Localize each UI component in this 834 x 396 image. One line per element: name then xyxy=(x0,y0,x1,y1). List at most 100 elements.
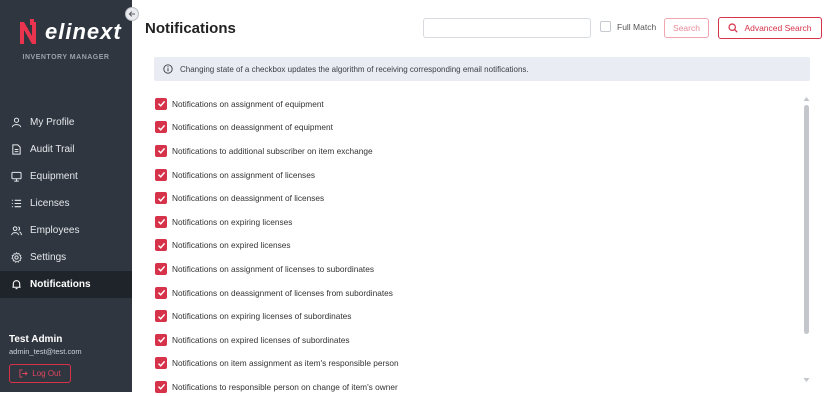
notification-row[interactable]: Notifications on assignment of licenses xyxy=(155,163,795,187)
user-email: admin_test@test.com xyxy=(9,347,82,356)
info-text: Changing state of a checkbox updates the… xyxy=(180,64,529,74)
notification-label: Notifications on expired licenses of sub… xyxy=(172,334,350,345)
notification-row[interactable]: Notifications on assignment of equipment xyxy=(155,92,795,116)
sidebar-item-label: Audit Trail xyxy=(30,144,75,155)
checkmark-icon xyxy=(157,266,165,273)
notification-checkbox[interactable] xyxy=(155,310,167,323)
logout-label: Log Out xyxy=(32,369,61,378)
checkmark-icon xyxy=(157,337,165,344)
notification-row[interactable]: Notifications on expired licenses xyxy=(155,234,795,258)
notification-label: Notifications to responsible person on c… xyxy=(172,381,398,392)
notification-label: Notifications on deassignment of equipme… xyxy=(172,122,333,133)
notification-label: Notifications on deassignment of license… xyxy=(172,287,393,298)
notification-row[interactable]: Notifications on expiring licenses of su… xyxy=(155,304,795,328)
notification-row[interactable]: Notifications on deassignment of equipme… xyxy=(155,116,795,140)
people-icon xyxy=(10,225,22,237)
search-icon xyxy=(728,23,739,33)
sidebar-item-label: Employees xyxy=(30,225,80,236)
notification-checkbox[interactable] xyxy=(155,121,167,134)
search-input[interactable] xyxy=(423,18,591,38)
notification-checkbox[interactable] xyxy=(155,168,167,181)
notification-label: Notifications on deassignment of license… xyxy=(172,193,325,204)
checkmark-icon xyxy=(157,124,165,131)
list-icon xyxy=(10,198,22,210)
notification-label: Notifications on expired licenses xyxy=(172,240,291,251)
full-match-label: Full Match xyxy=(617,21,657,32)
notification-row[interactable]: Notifications to additional subscriber o… xyxy=(155,139,795,163)
notification-checkbox[interactable] xyxy=(155,380,167,393)
monitor-icon xyxy=(10,171,22,183)
sidebar-item-equipment[interactable]: Equipment xyxy=(0,163,132,190)
sidebar-item-employees[interactable]: Employees xyxy=(0,217,132,244)
notification-checkbox[interactable] xyxy=(155,97,167,110)
notification-row[interactable]: Notifications on expired licenses of sub… xyxy=(155,328,795,352)
notification-checkbox[interactable] xyxy=(155,286,167,299)
sidebar-item-label: Licenses xyxy=(30,198,70,209)
sidebar-item-label: My Profile xyxy=(30,117,75,128)
logout-button[interactable]: Log Out xyxy=(9,364,71,383)
sidebar-item-settings[interactable]: Settings xyxy=(0,244,132,271)
notification-label: Notifications on assignment of equipment xyxy=(172,98,324,109)
advanced-search-button[interactable]: Advanced Search xyxy=(718,17,822,39)
info-icon xyxy=(163,64,173,74)
search-button[interactable]: Search xyxy=(664,18,709,38)
sidebar-item-notifications[interactable]: Notifications xyxy=(0,271,132,298)
logout-icon xyxy=(19,369,29,378)
notification-checkbox[interactable] xyxy=(155,215,167,228)
notification-row[interactable]: Notifications on expiring licenses xyxy=(155,210,795,234)
info-banner: Changing state of a checkbox updates the… xyxy=(154,57,810,81)
notification-label: Notifications on item assignment as item… xyxy=(172,358,399,369)
user-name: Test Admin xyxy=(9,334,63,345)
notification-row[interactable]: Notifications on item assignment as item… xyxy=(155,352,795,376)
advanced-search-label: Advanced Search xyxy=(744,23,812,33)
sidebar-item-label: Notifications xyxy=(30,279,91,290)
person-icon xyxy=(10,117,22,129)
notification-row[interactable]: Notifications on deassignment of license… xyxy=(155,281,795,305)
checkmark-icon xyxy=(157,195,165,202)
checkmark-icon xyxy=(157,219,165,226)
gear-icon xyxy=(10,252,22,264)
page-title: Notifications xyxy=(145,20,236,37)
checkmark-icon xyxy=(157,289,165,296)
sidebar: elinext INVENTORY MANAGER My Profile Aud… xyxy=(0,0,132,392)
notification-row[interactable]: Notifications on deassignment of license… xyxy=(155,186,795,210)
notification-label: Notifications on expiring licenses of su… xyxy=(172,311,352,322)
arrow-left-icon xyxy=(128,11,135,17)
notification-label: Notifications on assignment of licenses xyxy=(172,169,315,180)
bell-icon xyxy=(10,279,22,291)
notification-label: Notifications on assignment of licenses … xyxy=(172,263,375,274)
notification-label: Notifications to additional subscriber o… xyxy=(172,145,373,156)
checkmark-icon xyxy=(157,384,165,391)
brand-subtitle: INVENTORY MANAGER xyxy=(22,54,110,61)
sidebar-item-licenses[interactable]: Licenses xyxy=(0,190,132,217)
notification-checkbox[interactable] xyxy=(155,239,167,252)
notification-row[interactable]: Notifications to responsible person on c… xyxy=(155,375,795,396)
notification-label: Notifications on expiring licenses xyxy=(172,216,293,227)
document-icon xyxy=(10,144,22,156)
notification-checkbox[interactable] xyxy=(155,262,167,275)
full-match-box[interactable] xyxy=(600,21,611,32)
sidebar-item-audit-trail[interactable]: Audit Trail xyxy=(0,136,132,163)
full-match-checkbox[interactable]: Full Match xyxy=(600,21,656,32)
sidebar-item-my-profile[interactable]: My Profile xyxy=(0,109,132,136)
scroll-up-arrow-icon[interactable] xyxy=(803,96,810,102)
scroll-down-arrow-icon[interactable] xyxy=(803,377,810,383)
notifications-list: Notifications on assignment of equipment… xyxy=(155,92,795,396)
sidebar-nav: My Profile Audit Trail Equipment License… xyxy=(0,109,132,298)
brand-logo: elinext xyxy=(17,18,122,46)
checkmark-icon xyxy=(157,360,165,367)
sidebar-item-label: Settings xyxy=(30,252,67,263)
notification-checkbox[interactable] xyxy=(155,357,167,370)
notification-checkbox[interactable] xyxy=(155,144,167,157)
checkmark-icon xyxy=(157,101,165,108)
checkmark-icon xyxy=(157,313,165,320)
notification-row[interactable]: Notifications on assignment of licenses … xyxy=(155,257,795,281)
collapse-sidebar-button[interactable] xyxy=(125,7,139,21)
user-info: Test Admin admin_test@test.com xyxy=(9,334,82,356)
notification-checkbox[interactable] xyxy=(155,192,167,205)
brand-name: elinext xyxy=(45,19,122,44)
sidebar-item-label: Equipment xyxy=(30,171,78,182)
scrollbar-thumb[interactable] xyxy=(804,105,809,334)
notification-checkbox[interactable] xyxy=(155,333,167,346)
checkmark-icon xyxy=(157,242,165,249)
